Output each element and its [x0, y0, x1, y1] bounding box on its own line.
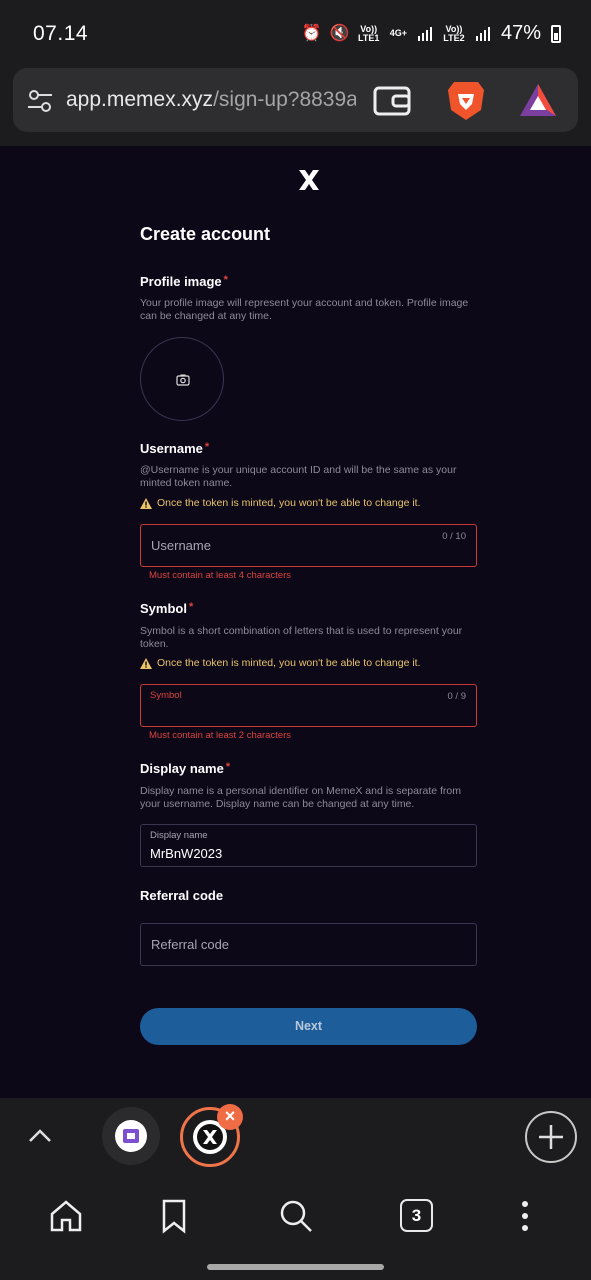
tab-strip: ×: [0, 1098, 591, 1178]
symbol-label: Symbol *: [140, 601, 193, 616]
browser-toolbar: app.memex.xyz/sign-up?8839a: [0, 64, 591, 146]
symbol-warning: Once the token is minted, you won't be a…: [140, 657, 421, 669]
more-menu-icon[interactable]: [507, 1198, 543, 1234]
wallet-icon[interactable]: [373, 84, 411, 118]
symbol-label-text: Symbol: [140, 601, 187, 616]
tune-icon[interactable]: [27, 88, 53, 114]
required-mark: *: [204, 441, 210, 453]
username-label-text: Username: [140, 441, 203, 456]
home-icon[interactable]: [48, 1198, 84, 1234]
profile-image-label: Profile image *: [140, 274, 228, 289]
status-icons: ⏰ 🔇 Vo)) LTE1 4G+ Vo)) LTE2 47%: [302, 22, 561, 45]
display-name-input[interactable]: Display name MrBnW2023: [140, 824, 477, 867]
required-mark: *: [223, 274, 228, 286]
page-title: Create account: [140, 224, 271, 244]
url-path: /sign-up?8839a: [213, 88, 356, 111]
alarm-icon: ⏰: [301, 24, 322, 42]
tab-thumbnail-1[interactable]: [102, 1107, 160, 1165]
tab-favicon-1: [115, 1120, 147, 1152]
username-warning-text: Once the token is minted, you won't be a…: [157, 497, 421, 509]
page-content: Create account Profile image * Your profi…: [0, 146, 591, 1098]
profile-image-upload[interactable]: [140, 337, 224, 421]
symbol-description: Symbol is a short combination of letters…: [140, 625, 463, 650]
symbol-counter: 0 / 9: [447, 691, 467, 702]
memex-tab-icon: [197, 1124, 223, 1150]
bookmark-icon[interactable]: [156, 1198, 192, 1234]
required-mark: *: [188, 601, 194, 613]
symbol-input[interactable]: Symbol 0 / 9: [140, 684, 477, 727]
display-name-field-label: Display name: [150, 830, 208, 841]
mute-icon: 🔇: [329, 24, 350, 42]
display-name-label: Display name *: [140, 761, 230, 776]
profile-image-description: Your profile image will represent your a…: [140, 297, 469, 322]
symbol-field-label: Symbol: [150, 690, 182, 701]
username-input[interactable]: Username 0 / 10: [140, 524, 477, 567]
net2-label: Vo)) LTE2: [443, 23, 465, 43]
referral-label: Referral code: [140, 888, 224, 903]
screen: 07.14 ⏰ 🔇 Vo)) LTE1 4G+ Vo)) LTE2 47% ap…: [0, 0, 591, 1280]
url-text[interactable]: app.memex.xyz/sign-up?8839a: [66, 88, 356, 112]
camera-icon: [176, 374, 190, 386]
battery-percent: 47%: [500, 22, 541, 44]
username-warning: Once the token is minted, you won't be a…: [140, 497, 421, 509]
warning-icon: [140, 497, 152, 509]
username-counter: 0 / 10: [442, 531, 466, 542]
display-name-description: Display name is a personal identifier on…: [140, 785, 461, 810]
signal-icon-2: [475, 26, 490, 41]
brave-rewards-icon[interactable]: [518, 82, 558, 120]
required-mark: *: [225, 761, 231, 773]
plus-icon: [539, 1125, 563, 1149]
memex-logo-icon[interactable]: [297, 168, 321, 192]
display-name-label-text: Display name: [140, 761, 224, 776]
signal-icon: [417, 26, 432, 41]
bottom-nav: 3: [0, 1178, 591, 1280]
battery-icon: [551, 24, 561, 43]
chevron-up-icon[interactable]: [28, 1125, 52, 1147]
profile-image-label-text: Profile image: [140, 274, 222, 289]
gesture-bar[interactable]: [207, 1264, 384, 1270]
status-time: 07.14: [33, 22, 89, 45]
tab-close-button[interactable]: ×: [217, 1104, 243, 1130]
status-bar: 07.14 ⏰ 🔇 Vo)) LTE1 4G+ Vo)) LTE2 47%: [0, 0, 591, 64]
warning-icon: [140, 657, 152, 669]
username-error: Must contain at least 4 characters: [149, 570, 292, 581]
display-name-value: MrBnW2023: [150, 846, 223, 861]
referral-placeholder: Referral code: [151, 937, 230, 952]
url-host: app.memex.xyz: [66, 88, 214, 111]
next-button[interactable]: Next: [140, 1008, 477, 1045]
username-label: Username *: [140, 441, 209, 456]
symbol-warning-text: Once the token is minted, you won't be a…: [157, 657, 421, 669]
brave-lion-icon[interactable]: [446, 80, 486, 122]
symbol-error: Must contain at least 2 characters: [149, 730, 292, 741]
tab-count-button[interactable]: 3: [400, 1199, 433, 1232]
search-icon[interactable]: [278, 1198, 314, 1234]
memex-x-icon: [203, 1130, 217, 1144]
game-icon: [123, 1129, 139, 1143]
username-description: @Username is your unique account ID and …: [140, 464, 457, 489]
username-placeholder: Username: [151, 538, 211, 553]
net-type-label: 4G+: [389, 28, 407, 38]
new-tab-button[interactable]: [525, 1111, 577, 1163]
net1-label: Vo)) LTE1: [358, 23, 380, 43]
referral-code-input[interactable]: Referral code: [140, 923, 477, 966]
url-bar[interactable]: app.memex.xyz/sign-up?8839a: [13, 68, 578, 132]
